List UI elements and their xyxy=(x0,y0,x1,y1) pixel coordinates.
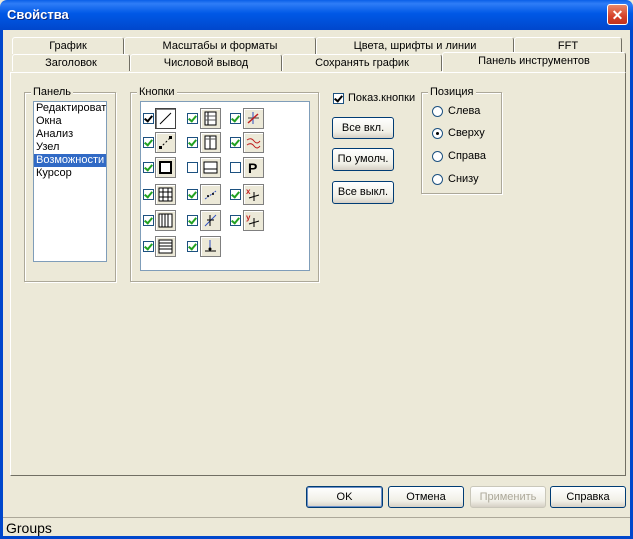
trend-line-icon[interactable] xyxy=(200,184,221,205)
status-text: Groups xyxy=(6,520,52,536)
window-title: Свойства xyxy=(7,7,69,22)
list-item-selected[interactable]: Возможности xyxy=(34,154,106,167)
toolbar-checkbox[interactable] xyxy=(187,113,198,124)
svg-text:y: y xyxy=(246,213,251,222)
toolbar-checkbox[interactable] xyxy=(230,189,241,200)
ok-button[interactable]: OK xyxy=(306,486,383,508)
position-top-radio[interactable] xyxy=(432,128,443,139)
help-button[interactable]: Справка xyxy=(550,486,626,508)
buttons-grid: P x y xyxy=(140,101,310,271)
toolbar-checkbox[interactable] xyxy=(187,162,198,173)
toolbar-checkbox[interactable] xyxy=(187,189,198,200)
all-on-button[interactable]: Все вкл. xyxy=(332,117,394,139)
close-button[interactable]: ✕ xyxy=(607,4,628,25)
toolbar-checkbox[interactable] xyxy=(230,162,241,173)
status-bar: Groups xyxy=(3,517,630,536)
position-bottom-label: Снизу xyxy=(448,173,479,185)
show-buttons-checkbox[interactable] xyxy=(333,93,344,104)
cursor-cross-icon[interactable] xyxy=(200,210,221,231)
toolbar-checkbox[interactable] xyxy=(187,215,198,226)
svg-text:x: x xyxy=(246,187,251,196)
y-balance-icon[interactable]: y xyxy=(243,210,264,231)
all-off-button[interactable]: Все выкл. xyxy=(332,181,394,204)
toolbar-checkbox[interactable] xyxy=(143,189,154,200)
tab-numeric-output[interactable]: Числовой вывод xyxy=(130,54,282,71)
x-balance-icon[interactable]: x xyxy=(243,184,264,205)
default-button[interactable]: По умолч. xyxy=(332,148,394,171)
list-item[interactable]: Окна xyxy=(34,115,106,128)
list-item[interactable]: Анализ xyxy=(34,128,106,141)
toolbar-checkbox[interactable] xyxy=(187,241,198,252)
svg-text:P: P xyxy=(248,160,257,175)
dotted-line-icon[interactable] xyxy=(155,132,176,153)
panel-listbox[interactable]: Редактировать Окна Анализ Узел Возможнос… xyxy=(33,101,107,262)
position-group-label: Позиция xyxy=(428,86,476,98)
toolbar-checkbox[interactable] xyxy=(143,113,154,124)
toolbar-checkbox[interactable] xyxy=(143,162,154,173)
list-item[interactable]: Узел xyxy=(34,141,106,154)
position-top-label: Сверху xyxy=(448,127,485,139)
position-right-label: Справа xyxy=(448,150,486,162)
toolbar-checkbox[interactable] xyxy=(230,215,241,226)
tab-toolbar[interactable]: Панель инструментов xyxy=(442,52,626,72)
axis-cursor-icon[interactable] xyxy=(200,236,221,257)
line-tool-icon[interactable] xyxy=(155,108,176,129)
grid-icon[interactable] xyxy=(155,184,176,205)
list-item[interactable]: Редактировать xyxy=(34,102,106,115)
box-with-bar-icon[interactable] xyxy=(200,157,221,178)
toolbar-checkbox[interactable] xyxy=(143,137,154,148)
frame-box-icon[interactable] xyxy=(155,157,176,178)
tab-grafik[interactable]: График xyxy=(12,37,124,54)
toolbar-checkbox[interactable] xyxy=(230,137,241,148)
table-columns-icon[interactable] xyxy=(200,132,221,153)
horizontal-bars-icon[interactable] xyxy=(155,236,176,257)
table-grid-icon[interactable] xyxy=(200,108,221,129)
position-left-radio[interactable] xyxy=(432,106,443,117)
toolbar-checkbox[interactable] xyxy=(230,113,241,124)
apply-button[interactable]: Применить xyxy=(470,486,546,508)
tab-save-graph[interactable]: Сохранять график xyxy=(282,54,442,71)
show-buttons-label: Показ.кнопки xyxy=(348,92,416,104)
cancel-button[interactable]: Отмена xyxy=(388,486,464,508)
position-left-label: Слева xyxy=(448,105,481,117)
title-bar[interactable]: Свойства ✕ xyxy=(0,0,633,30)
toolbar-checkbox[interactable] xyxy=(143,241,154,252)
p-label-icon[interactable]: P xyxy=(243,157,264,178)
tab-scales-formats[interactable]: Масштабы и форматы xyxy=(124,37,316,54)
tab-header[interactable]: Заголовок xyxy=(12,54,130,71)
toolbar-checkbox[interactable] xyxy=(143,215,154,226)
buttons-group-label: Кнопки xyxy=(137,86,177,98)
list-item[interactable]: Курсор xyxy=(34,167,106,180)
close-icon: ✕ xyxy=(611,7,624,23)
wave-lines-icon[interactable] xyxy=(243,132,264,153)
node-cross-icon[interactable] xyxy=(243,108,264,129)
toolbar-checkbox[interactable] xyxy=(187,137,198,148)
position-right-radio[interactable] xyxy=(432,151,443,162)
vertical-bars-icon[interactable] xyxy=(155,210,176,231)
panel-group-label: Панель xyxy=(31,86,74,98)
position-bottom-radio[interactable] xyxy=(432,174,443,185)
